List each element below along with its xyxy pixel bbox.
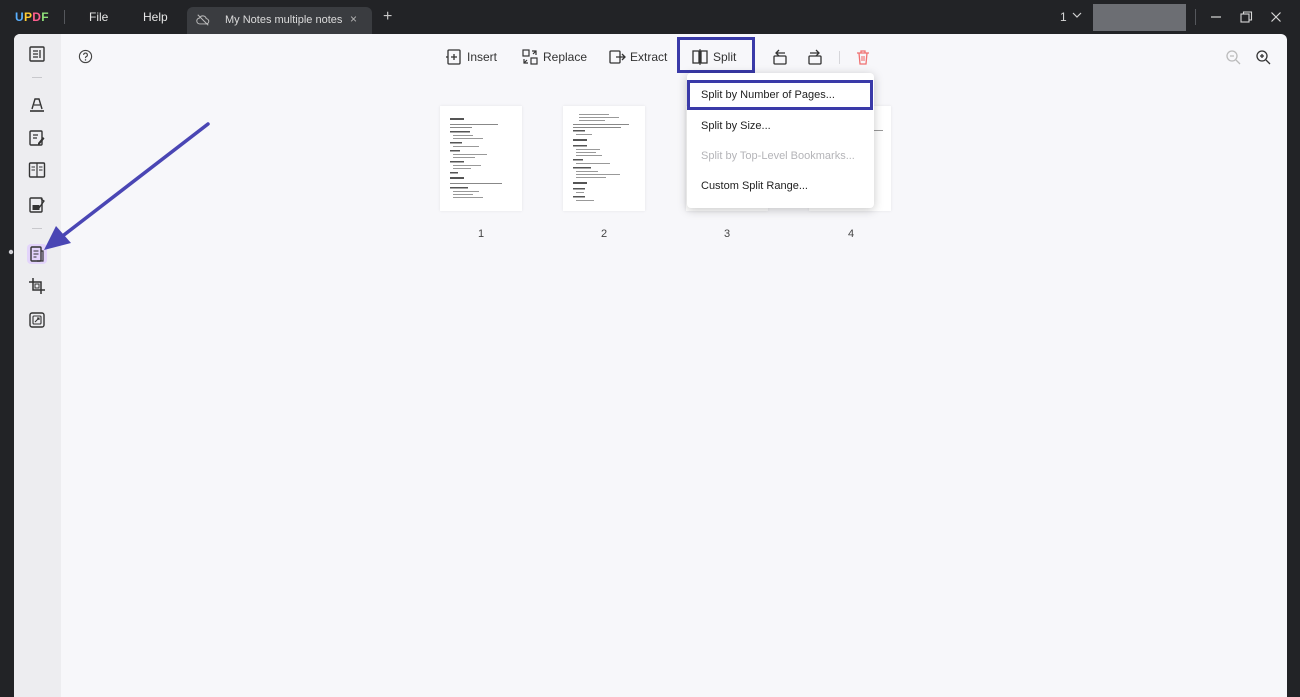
page-preview bbox=[573, 114, 629, 201]
split-dropdown-menu: Split by Number of Pages... Split by Siz… bbox=[687, 73, 874, 208]
extract-button[interactable]: Extract bbox=[608, 48, 667, 66]
page-preview bbox=[450, 118, 502, 198]
page-number: 4 bbox=[847, 228, 855, 240]
zoom-in-icon[interactable] bbox=[1254, 48, 1272, 66]
crop-icon[interactable] bbox=[27, 276, 47, 296]
replace-button[interactable]: Replace bbox=[521, 48, 587, 66]
sidebar-separator bbox=[32, 228, 42, 229]
zoom-out-icon[interactable] bbox=[1224, 48, 1242, 66]
edit-pdf-icon[interactable] bbox=[27, 128, 47, 148]
title-bar: UPDF File Help My Notes multiple notes ×… bbox=[0, 0, 1300, 34]
document-tab-title: My Notes multiple notes bbox=[225, 14, 343, 26]
page-number: 2 bbox=[600, 228, 608, 240]
form-icon[interactable] bbox=[27, 160, 47, 180]
replace-label: Replace bbox=[543, 50, 588, 64]
split-by-bookmarks-item: Split by Top-Level Bookmarks... bbox=[701, 150, 855, 162]
extract-label: Extract bbox=[630, 50, 668, 64]
insert-button[interactable]: Insert bbox=[445, 48, 497, 66]
reader-icon[interactable] bbox=[27, 44, 47, 64]
rotate-right-icon[interactable] bbox=[806, 48, 824, 66]
main-workspace: Insert Replace Extract Split 1 2 3 4 Spl… bbox=[14, 34, 1287, 697]
rotate-left-icon[interactable] bbox=[771, 48, 789, 66]
replace-page-icon bbox=[522, 49, 538, 65]
cloud-off-icon bbox=[196, 14, 210, 26]
page-thumbnail-1[interactable] bbox=[440, 106, 522, 211]
delete-icon[interactable] bbox=[854, 48, 872, 66]
page-number: 3 bbox=[723, 228, 731, 240]
document-tab[interactable]: My Notes multiple notes × bbox=[187, 7, 372, 34]
extract-page-icon bbox=[609, 50, 626, 64]
sidebar-separator bbox=[32, 77, 42, 78]
custom-split-range-item[interactable]: Custom Split Range... bbox=[701, 180, 808, 192]
organize-pages-button[interactable] bbox=[27, 244, 47, 264]
insert-page-icon bbox=[446, 49, 461, 65]
menu-item-highlight bbox=[687, 80, 873, 110]
comment-icon[interactable] bbox=[27, 94, 47, 114]
convert-icon[interactable] bbox=[27, 310, 47, 330]
window-count[interactable]: 1 bbox=[1060, 10, 1067, 24]
title-separator bbox=[64, 10, 65, 24]
close-window-icon[interactable] bbox=[1268, 9, 1284, 25]
chevron-down-icon[interactable] bbox=[1071, 9, 1083, 21]
account-button[interactable] bbox=[1093, 4, 1186, 31]
insert-label: Insert bbox=[467, 50, 498, 64]
menu-file[interactable]: File bbox=[89, 10, 108, 24]
organize-pages-icon bbox=[30, 246, 44, 262]
toolbar-separator bbox=[839, 51, 840, 64]
page-thumbnail-2[interactable] bbox=[563, 106, 645, 211]
sidebar-collapse-handle[interactable] bbox=[8, 249, 14, 255]
sign-icon[interactable] bbox=[27, 195, 47, 215]
app-logo[interactable]: UPDF bbox=[15, 10, 49, 24]
tab-close-icon[interactable]: × bbox=[350, 13, 357, 25]
window-separator bbox=[1195, 9, 1196, 25]
split-by-size-item[interactable]: Split by Size... bbox=[701, 120, 771, 132]
help-icon[interactable] bbox=[78, 49, 93, 64]
split-button-highlight bbox=[677, 37, 755, 73]
restore-icon[interactable] bbox=[1238, 9, 1254, 25]
menu-help[interactable]: Help bbox=[143, 10, 168, 24]
minimize-icon[interactable] bbox=[1208, 9, 1224, 25]
left-sidebar bbox=[14, 34, 61, 697]
page-number: 1 bbox=[477, 228, 485, 240]
new-tab-button[interactable]: + bbox=[383, 9, 392, 25]
